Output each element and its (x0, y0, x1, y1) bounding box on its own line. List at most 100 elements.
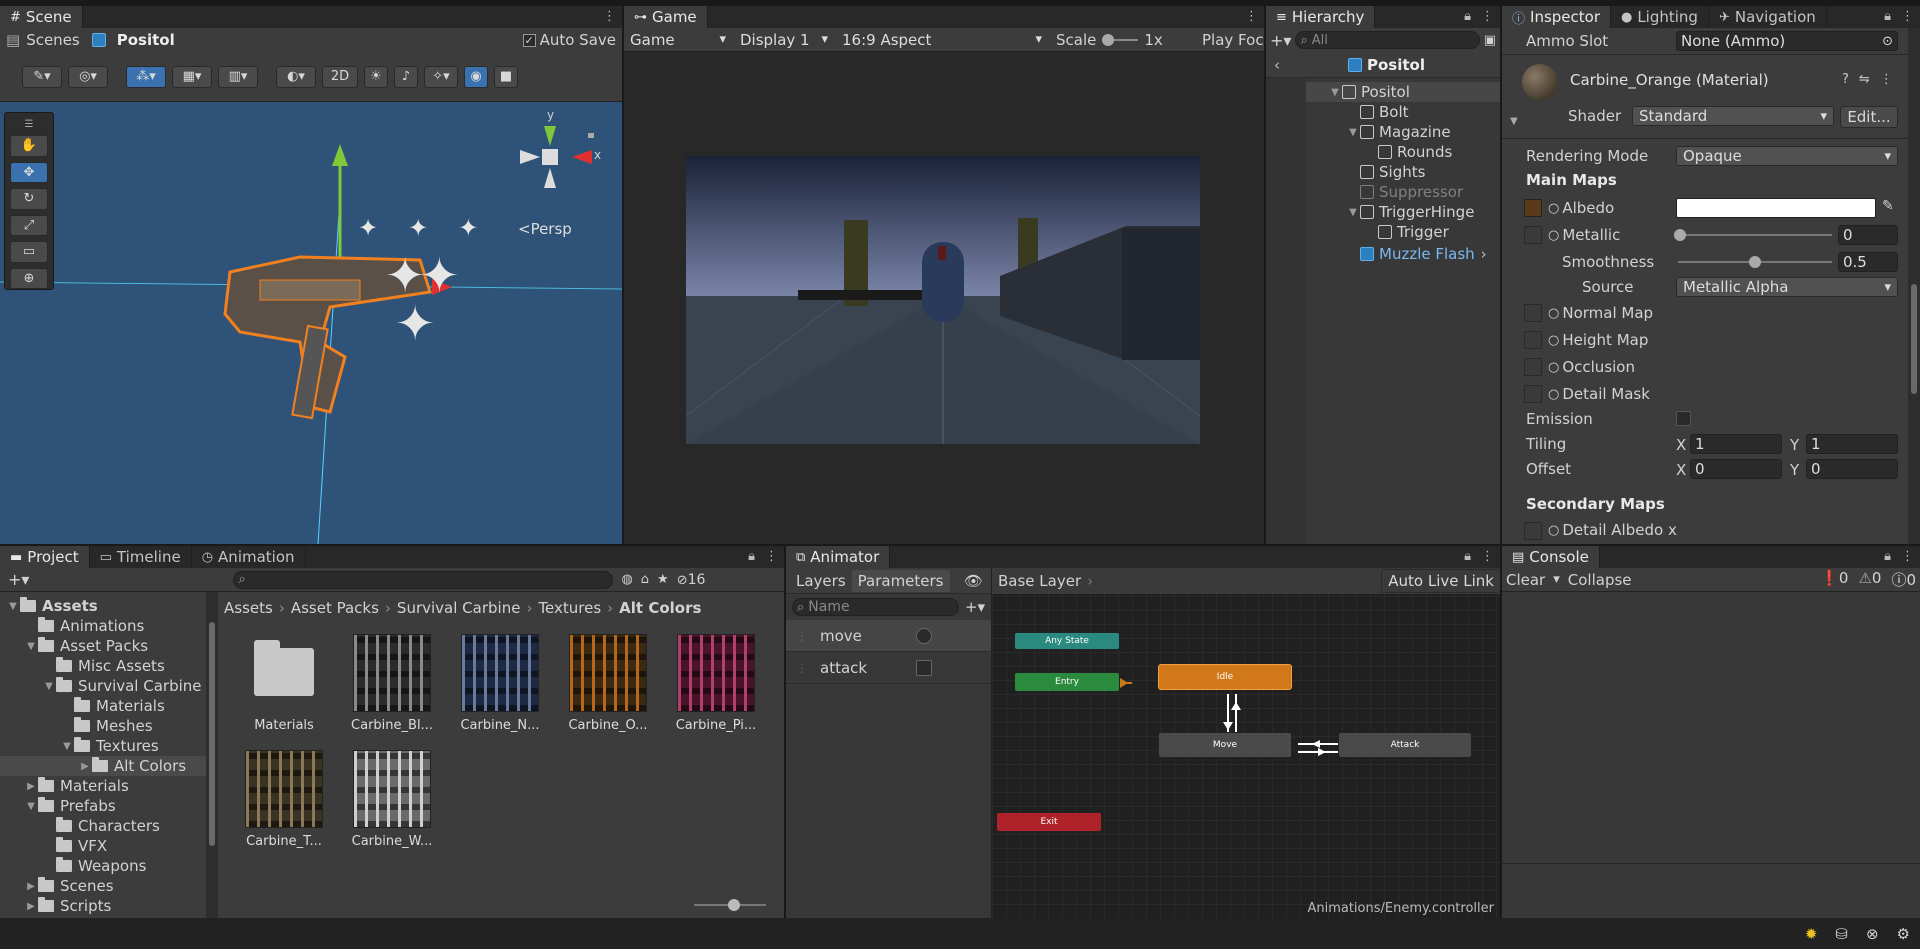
state-any[interactable]: Any State (1014, 632, 1120, 650)
eyedropper-icon[interactable]: ✎ (1882, 198, 1894, 214)
error-toggle[interactable]: ⓘ0 (1891, 569, 1916, 590)
albedo-color-field[interactable] (1676, 198, 1876, 218)
expand-arrow-icon[interactable]: ▼ (42, 681, 56, 692)
project-tree-item[interactable]: ▼ Survival Carbine (0, 676, 206, 696)
toggle-2d-button[interactable]: 2D (322, 65, 358, 88)
project-tree-item[interactable]: Characters (0, 816, 206, 836)
scene-viewport[interactable]: ☰ ✋ ✥ ↻ ⤢ ▭ ⊕ y x ✦ ✦ ✦ <Persp ✦✦ ✦ (0, 102, 622, 544)
hand-tool-icon[interactable]: ✋ (10, 135, 48, 157)
asset-texture[interactable]: Carbine_T... (232, 750, 336, 860)
animator-graph[interactable]: Base Layer › Auto Live Link Any State En… (992, 568, 1500, 918)
asset-texture[interactable]: Carbine_N... (448, 634, 552, 744)
light-icon[interactable]: ✦ (395, 296, 435, 352)
settings-icon[interactable]: ⚙ (1897, 925, 1910, 943)
tab-hierarchy[interactable]: ≡ Hierarchy (1266, 6, 1376, 28)
breadcrumb-item[interactable]: Alt Colors (619, 599, 701, 617)
asset-folder[interactable]: Materials (232, 634, 336, 744)
state-move[interactable]: Move (1158, 732, 1292, 758)
game-viewport[interactable] (686, 156, 1200, 444)
clear-options-icon[interactable]: ▾ (1553, 572, 1560, 587)
audio-toggle[interactable]: ♪ (394, 65, 418, 88)
camera-button[interactable]: ■ (494, 65, 518, 88)
expand-arrow-icon[interactable]: ▼ (1346, 207, 1360, 218)
warning-toggle[interactable]: ⚠0 (1858, 569, 1881, 590)
trigger-toggle[interactable] (916, 627, 932, 644)
log-toggle[interactable]: ❗0 (1820, 569, 1848, 590)
collapse-arrow-icon[interactable]: ▶ (24, 901, 38, 912)
parameter-item[interactable]: ⋮ attack (786, 652, 991, 684)
project-tree-item[interactable]: ▶ Alt Colors (0, 756, 206, 776)
asset-size-slider[interactable] (694, 899, 766, 911)
hierarchy-search-input[interactable]: ⌕ All (1295, 31, 1480, 49)
project-tree-item[interactable]: ▼ Prefabs (0, 796, 206, 816)
scrollbar-thumb[interactable] (209, 622, 215, 846)
project-tree-item[interactable]: ▶ Materials (0, 776, 206, 796)
scale-slider[interactable] (1102, 33, 1139, 46)
light-icon[interactable]: ✦ (408, 214, 428, 242)
increment-snap-button[interactable]: ▥▾ (218, 65, 258, 88)
more-menu-icon[interactable]: ⋮ (1901, 549, 1914, 564)
expand-arrow-icon[interactable]: ▼ (60, 741, 74, 752)
global-button[interactable]: ◎▾ (68, 65, 108, 88)
more-menu-icon[interactable]: ⋮ (765, 549, 778, 564)
light-icon[interactable]: ✦ (458, 214, 478, 242)
more-menu-icon[interactable]: ⋮ (1901, 9, 1914, 24)
offset-x-field[interactable]: 0 (1690, 459, 1782, 479)
console-log-area[interactable] (1502, 592, 1920, 864)
parameter-item[interactable]: ⋮ move (786, 620, 991, 652)
scene-visibility-icon[interactable]: ▣ (1484, 33, 1496, 48)
tab-project[interactable]: ▬ Project (0, 546, 90, 568)
rendering-mode-select[interactable]: Opaque ▾ (1676, 146, 1898, 166)
network-icon[interactable]: ⊗ (1866, 925, 1879, 943)
breadcrumb-item[interactable]: Asset Packs (291, 599, 379, 617)
edit-shader-button[interactable]: Edit... (1840, 106, 1898, 128)
breadcrumb-item[interactable]: Survival Carbine (397, 599, 521, 617)
auto-live-link-button[interactable]: Auto Live Link (1381, 569, 1500, 593)
texture-slot[interactable] (1524, 385, 1542, 403)
tab-timeline[interactable]: ▭ Timeline (89, 546, 192, 568)
texture-slot[interactable] (1524, 331, 1542, 349)
inspector-scrollbar[interactable] (1908, 28, 1920, 544)
tab-game[interactable]: ⊶ Game (624, 6, 708, 28)
pivot-button[interactable]: ⁂▾ (126, 65, 166, 88)
rect-tool-icon[interactable]: ▭ (10, 241, 48, 263)
help-icon[interactable]: ? (1842, 72, 1849, 87)
game-mode-select[interactable]: Game ▾ (624, 29, 732, 50)
lightbulb-icon[interactable]: ✹ (1805, 925, 1818, 943)
project-tree-item[interactable]: ▼ Assets (0, 596, 206, 616)
detail-albedo-texture-slot[interactable] (1524, 522, 1542, 540)
search-by-label-icon[interactable]: ⌂ (641, 572, 649, 587)
drag-handle-icon[interactable]: ⋮ (796, 661, 808, 675)
shader-select[interactable]: Standard ▾ (1632, 106, 1834, 126)
collapse-arrow-icon[interactable]: ▶ (78, 761, 92, 772)
asset-texture[interactable]: Carbine_Bl... (340, 634, 444, 744)
clear-button[interactable]: Clear (1506, 571, 1545, 589)
texture-slot[interactable] (1524, 358, 1542, 376)
tiling-y-field[interactable]: 1 (1806, 434, 1898, 454)
favorites-icon[interactable]: ★ (657, 572, 669, 587)
search-by-type-icon[interactable]: ◍ (621, 572, 632, 587)
breadcrumb-item[interactable]: Textures (538, 599, 601, 617)
add-parameter-icon[interactable]: +▾ (965, 598, 985, 616)
slider-thumb[interactable] (1674, 229, 1686, 241)
metallic-value-field[interactable]: 0 (1838, 225, 1898, 245)
state-exit[interactable]: Exit (996, 812, 1102, 832)
rotate-tool-icon[interactable]: ↻ (10, 188, 48, 210)
lock-icon[interactable]: 🔒︎ (1464, 9, 1471, 24)
more-menu-icon[interactable]: ⋮ (1481, 549, 1494, 564)
lighting-toggle[interactable]: ☀ (364, 65, 388, 88)
back-arrow-icon[interactable]: ‹ (1266, 56, 1288, 74)
scale-tool-icon[interactable]: ⤢ (10, 214, 48, 236)
shading-mode-button[interactable]: ◐▾ (276, 65, 316, 88)
transform-tool-icon[interactable]: ⊕ (10, 267, 48, 289)
asset-texture[interactable]: Carbine_Pi... (664, 634, 768, 744)
smoothness-slider[interactable] (1678, 256, 1832, 268)
source-select[interactable]: Metallic Alpha ▾ (1676, 277, 1898, 297)
palette-handle-icon[interactable]: ☰ (25, 119, 34, 130)
eye-icon[interactable]: 👁︎ (964, 572, 983, 590)
lock-icon[interactable]: 🔒︎ (1884, 9, 1891, 24)
lock-icon[interactable]: 🔒︎ (748, 549, 755, 564)
orientation-gizmo[interactable]: y x (510, 108, 601, 202)
persp-label[interactable]: <Persp (518, 220, 572, 238)
project-tree-scrollbar[interactable] (206, 592, 218, 918)
